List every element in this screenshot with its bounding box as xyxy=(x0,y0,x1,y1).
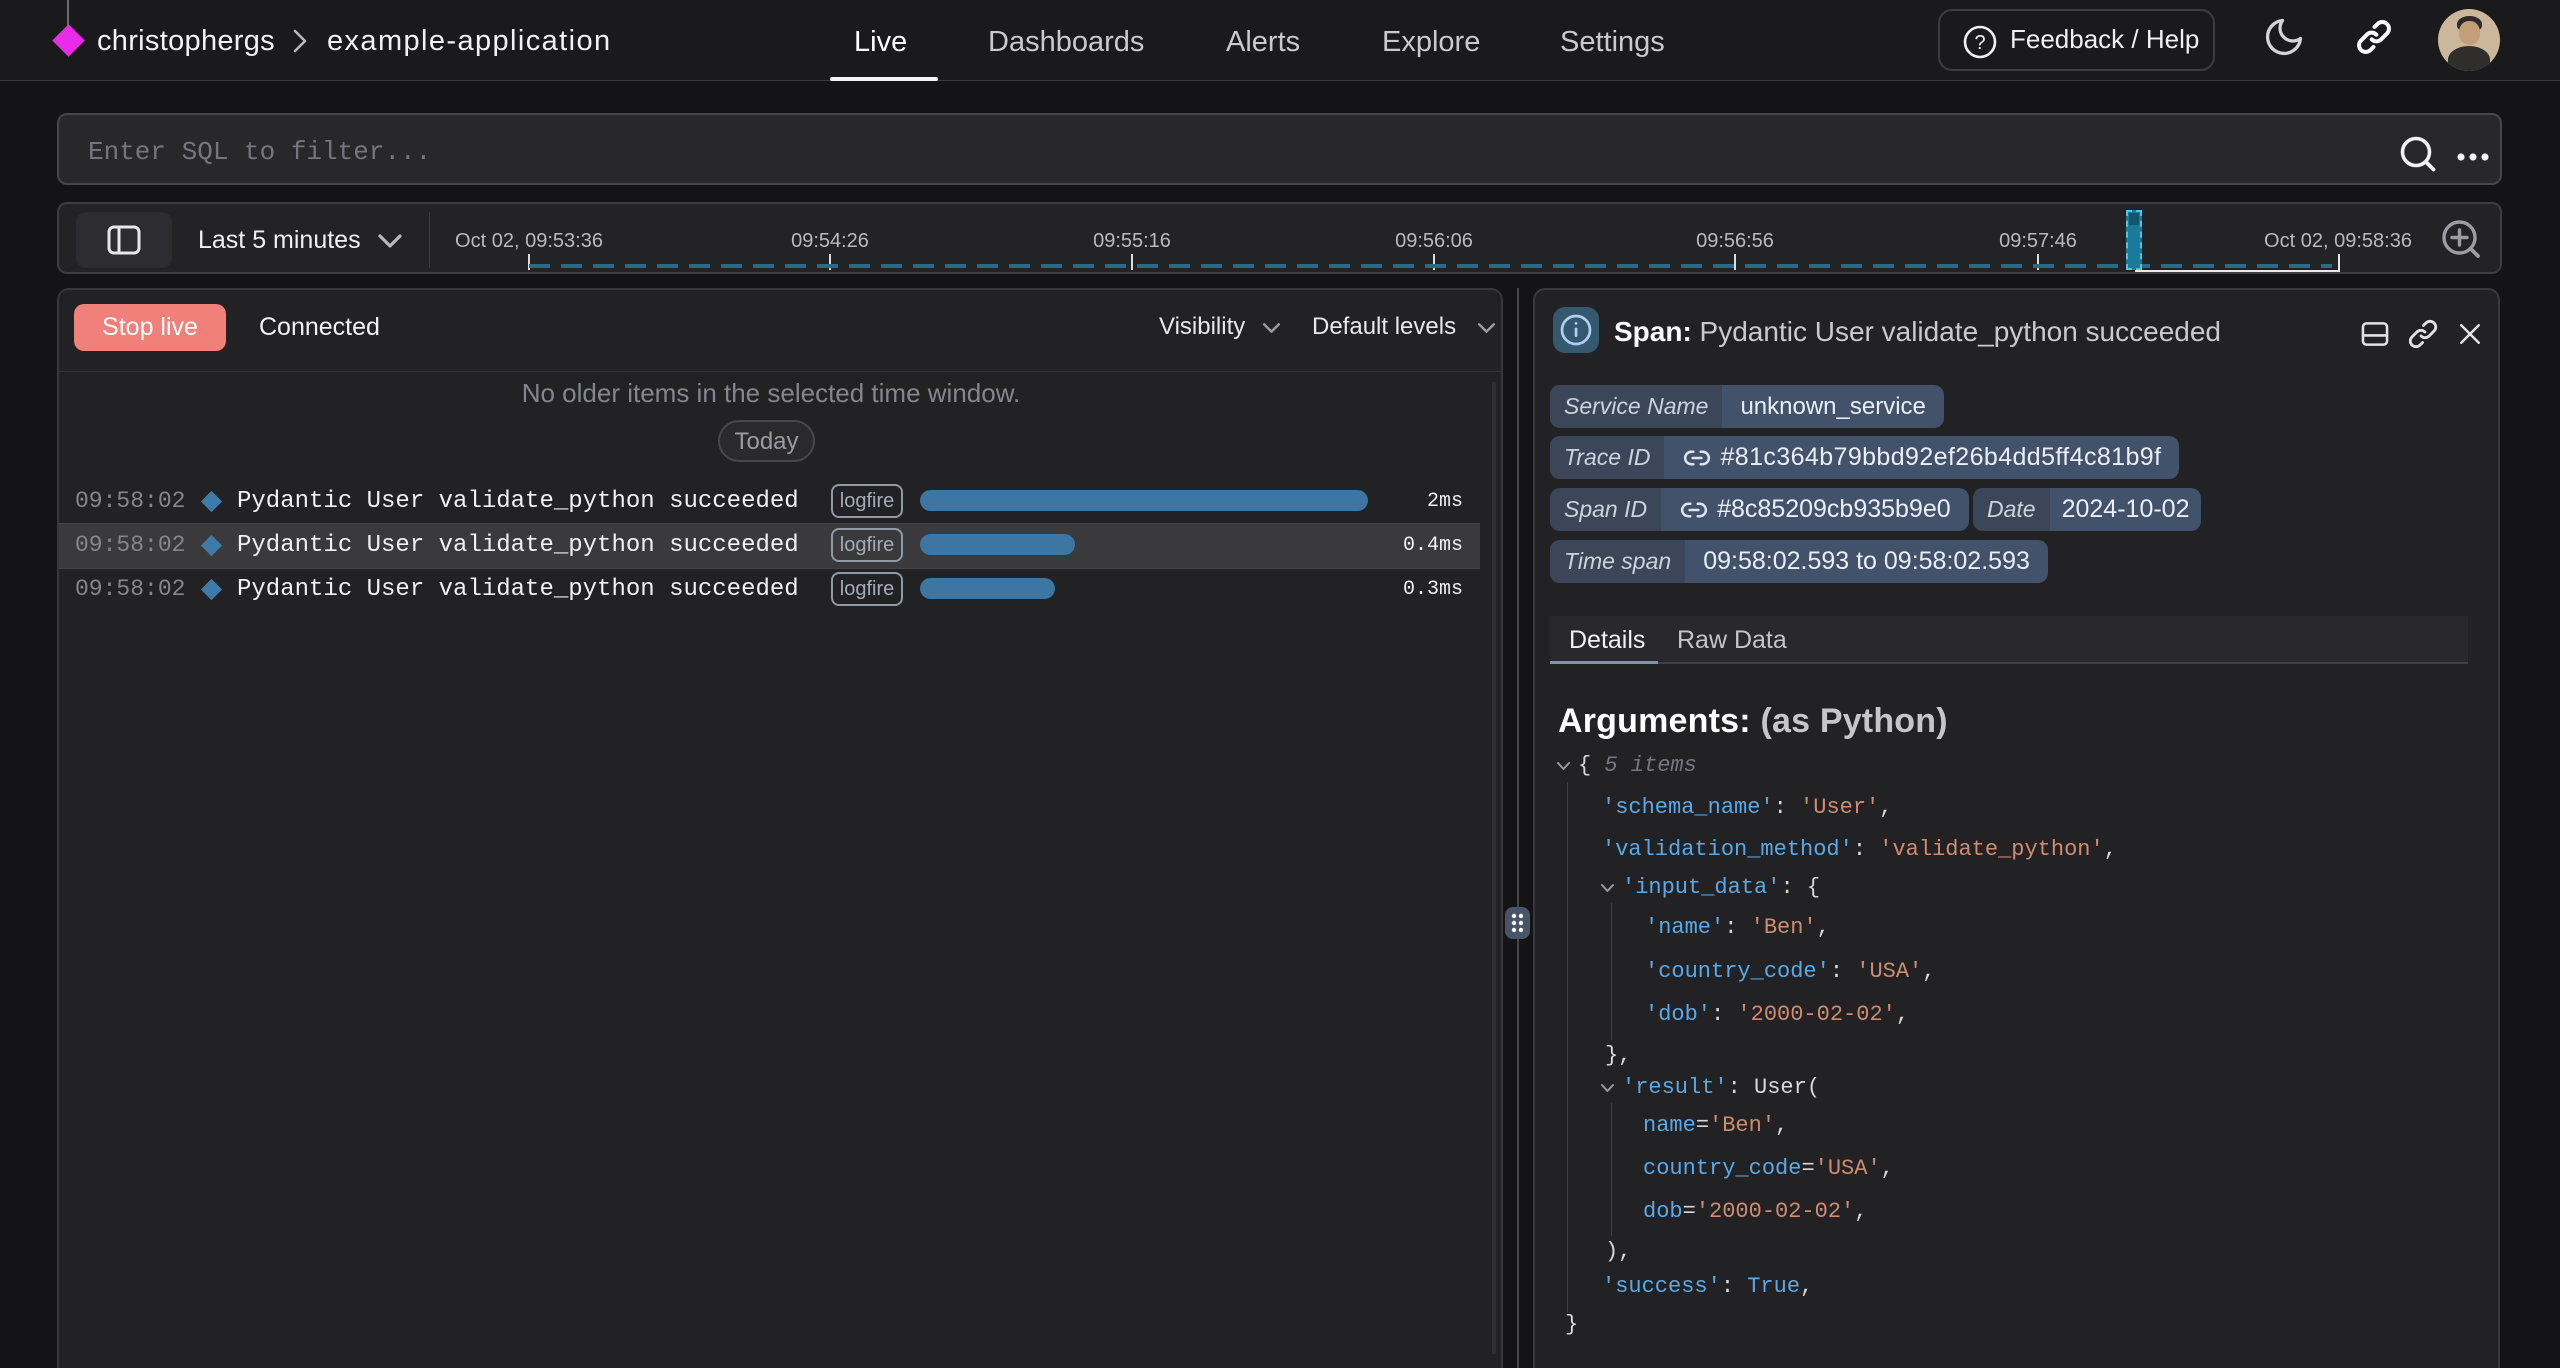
svg-text:?: ? xyxy=(1974,32,1985,54)
